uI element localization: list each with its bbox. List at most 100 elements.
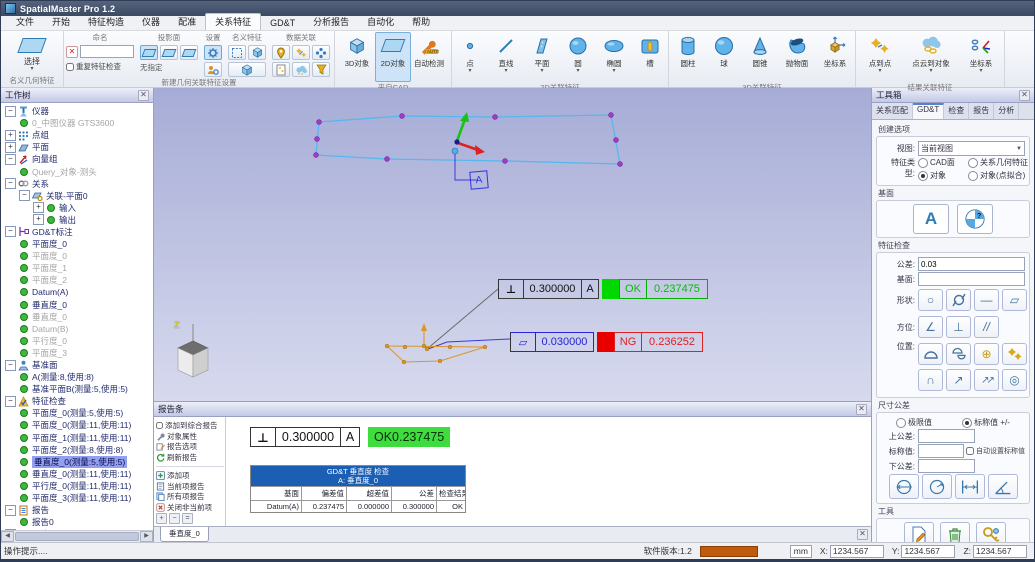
from-cad-3d-object-button[interactable]: 3D对象 — [339, 32, 375, 82]
feat-coordsys-button[interactable]: 坐标系 — [816, 32, 854, 82]
menu-帮助[interactable]: 帮助 — [403, 14, 439, 30]
radio-object-point-fit[interactable]: 对象(点拟合) — [968, 170, 1025, 181]
lower-tolerance-input[interactable] — [918, 459, 975, 473]
collapse-icon[interactable]: − — [5, 154, 16, 165]
combine-report-checkbox-row[interactable]: 添加到综合报告 — [156, 420, 224, 431]
tree-item[interactable]: −GD&T标注 — [1, 226, 153, 238]
expand-icon[interactable]: + — [5, 130, 16, 141]
scroll-left-icon[interactable]: ◀ — [1, 531, 14, 542]
surface-profile-button[interactable] — [918, 343, 943, 365]
tree-horizontal-scrollbar[interactable]: ◀ ▶ — [1, 530, 153, 542]
tree-item[interactable]: 垂直度_0 — [1, 299, 153, 311]
tree-item[interactable]: −向量组 — [1, 153, 153, 165]
feat-line-button[interactable]: 直线▾ — [488, 32, 524, 82]
diameter-button[interactable] — [889, 474, 919, 499]
clear-name-button[interactable]: ✕ — [66, 46, 78, 58]
menu-仪器[interactable]: 仪器 — [133, 14, 169, 30]
collapse-icon[interactable]: − — [5, 106, 16, 117]
scroll-right-icon[interactable]: ▶ — [140, 531, 153, 542]
expand-button[interactable]: + — [156, 513, 167, 524]
collapse-icon[interactable]: − — [5, 178, 16, 189]
collapse-icon[interactable]: − — [5, 505, 16, 516]
close-icon[interactable]: ✕ — [857, 529, 868, 540]
distance-button[interactable] — [955, 474, 985, 499]
profile-relative-button[interactable] — [946, 343, 971, 365]
close-non-current-button[interactable]: 关闭非当前项 — [156, 502, 224, 513]
select-button[interactable]: 选择 ▾ — [7, 32, 57, 75]
datalink-doc-button[interactable] — [272, 62, 290, 77]
menu-分析报告[interactable]: 分析报告 — [304, 14, 358, 30]
projection-plane-button-1[interactable] — [140, 45, 158, 60]
tab-relation-match[interactable]: 关系匹配 — [872, 103, 913, 119]
datum-a-flag[interactable]: A — [469, 170, 489, 190]
result-cloud-to-object-button[interactable]: 点云到对象▾ — [902, 32, 960, 82]
feat-paraboloid-button[interactable]: 抛物面 — [778, 32, 816, 82]
current-item-report-button[interactable]: 当前项报告 — [156, 481, 224, 492]
expand-icon[interactable]: + — [33, 202, 44, 213]
edit-report-button[interactable] — [904, 522, 934, 542]
auto-nominal-row[interactable]: 自动设置标称值 — [966, 446, 1025, 456]
feat-cylinder-button[interactable]: 圆柱 — [670, 32, 706, 82]
menu-开始[interactable]: 开始 — [43, 14, 79, 30]
settings-gear-button[interactable] — [204, 45, 222, 60]
tree-item[interactable]: −报告 — [1, 504, 153, 516]
tree-item[interactable]: 平面度_0(测量:5,使用:5) — [1, 407, 153, 419]
feat-plane-button[interactable]: 平面▾ — [524, 32, 560, 82]
total-runout-button[interactable]: ↗↗ — [974, 369, 999, 391]
tree-item[interactable]: 平面度_2(测量:8,使用:8) — [1, 444, 153, 456]
menu-特征构造[interactable]: 特征构造 — [79, 14, 133, 30]
tab-gdt[interactable]: GD&T — [913, 103, 944, 119]
position-button[interactable]: ⊕ — [974, 343, 999, 365]
circular-runout-button[interactable]: ↗ — [946, 369, 971, 391]
result-coordsys-button[interactable]: 坐标系▾ — [960, 32, 1002, 82]
close-icon[interactable]: ✕ — [856, 404, 867, 415]
datalink-pad-button[interactable] — [312, 45, 330, 60]
feat-sphere-button[interactable]: 球 — [706, 32, 742, 82]
from-cad-2d-object-button[interactable]: 2D对象 — [375, 32, 411, 82]
refresh-report-button[interactable]: 刷新报告 — [156, 452, 224, 463]
datalink-stars-button[interactable] — [292, 45, 310, 60]
repeat-check-checkbox[interactable] — [66, 63, 74, 71]
parallelism-button[interactable]: // — [974, 316, 999, 338]
settings-user-gear-button[interactable] — [204, 62, 222, 77]
tree-item[interactable]: 平行度_0(测量:11,使用:11) — [1, 480, 153, 492]
tolerance-input[interactable] — [918, 257, 1025, 271]
menu-配准[interactable]: 配准 — [169, 14, 205, 30]
repeat-check-row[interactable]: 重复特征检查 — [66, 61, 134, 72]
tree-item[interactable]: −仪器 — [1, 105, 153, 117]
close-icon[interactable]: ✕ — [1019, 90, 1030, 101]
radio-relation-geometry[interactable]: 关系几何特征 — [968, 157, 1028, 168]
tab-perpendicularity-0[interactable]: 垂直度_0 — [160, 527, 209, 542]
collapse-icon[interactable]: − — [19, 190, 30, 201]
tree-item[interactable]: +平面 — [1, 141, 153, 153]
feat-circle-button[interactable]: 圆▾ — [560, 32, 596, 82]
tree-item[interactable]: 平行度_0 — [1, 335, 153, 347]
radio-object[interactable]: 对象 — [918, 170, 964, 181]
straightness-button[interactable]: — — [974, 289, 999, 311]
tab-analysis[interactable]: 分析 — [994, 103, 1019, 119]
result-point-to-point-button[interactable]: 点到点▾ — [858, 32, 902, 82]
tree-item[interactable]: +输入 — [1, 202, 153, 214]
flatness-button[interactable]: ▱ — [1002, 289, 1027, 311]
unit-box[interactable]: mm — [790, 545, 812, 558]
collapse-icon[interactable]: − — [5, 360, 16, 371]
projection-plane-button-2[interactable] — [160, 45, 178, 60]
tree-item[interactable]: +点组 — [1, 129, 153, 141]
fcf-perpendicularity-annotation[interactable]: ⊥ 0.300000 A OK 0.237475 — [498, 279, 708, 299]
tree-item[interactable]: 平面度_2 — [1, 274, 153, 286]
circularity-button[interactable]: ○ — [918, 289, 943, 311]
menu-文件[interactable]: 文件 — [7, 14, 43, 30]
radio-cad-face[interactable]: CAD面 — [918, 157, 964, 168]
report-options-button[interactable]: 报告选项 — [156, 442, 224, 453]
perpendicularity-button[interactable]: ⊥ — [946, 316, 971, 338]
scrollbar-thumb[interactable] — [15, 532, 139, 541]
tree-item[interactable]: 垂直度_0(测量:11,使用:11) — [1, 468, 153, 480]
tree-item[interactable]: +输出 — [1, 214, 153, 226]
nominal-cube-button[interactable] — [248, 45, 266, 60]
expand-icon[interactable]: + — [33, 214, 44, 225]
tree-item[interactable]: Datum(A) — [1, 286, 153, 298]
tree-item[interactable]: A(测量:8,使用:8) — [1, 371, 153, 383]
tree-item[interactable]: 平面度_0(测量:11,使用:11) — [1, 419, 153, 431]
add-item-button[interactable]: 添加项 — [156, 470, 224, 481]
datum-a-button[interactable]: A — [913, 204, 949, 234]
